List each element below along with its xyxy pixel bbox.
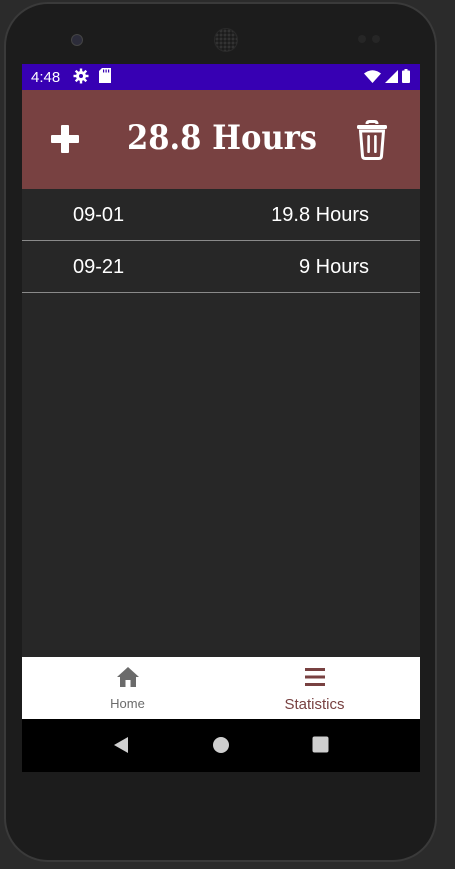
app-screen: 4:48 28.8 Hours 09-01 19.8 Hours 09-21 9… [22, 64, 420, 772]
signal-icon [385, 69, 398, 87]
front-camera [71, 34, 83, 46]
entry-date: 09-01 [73, 204, 125, 226]
bottom-navigation: Home Statistics [22, 657, 420, 719]
home-circle-icon[interactable] [212, 736, 230, 759]
nav-statistics[interactable]: Statistics [215, 657, 414, 719]
plus-icon [51, 125, 79, 153]
home-icon [116, 667, 139, 692]
nav-home-label: Home [110, 696, 145, 711]
nav-home[interactable]: Home [28, 657, 227, 719]
trash-icon [357, 120, 387, 160]
menu-icon [304, 667, 325, 692]
sd-card-icon [99, 68, 111, 87]
total-hours-title: 28.8 Hours [126, 118, 318, 158]
entry-date: 09-21 [73, 256, 125, 278]
app-bar: 28.8 Hours [22, 90, 420, 189]
entry-hours: 9 Hours [298, 256, 369, 278]
nav-statistics-label: Statistics [284, 696, 345, 713]
wifi-icon [364, 69, 381, 87]
add-entry-button[interactable] [48, 122, 82, 156]
battery-icon [402, 69, 410, 87]
gear-icon [73, 68, 89, 88]
entry-hours: 19.8 Hours [271, 204, 369, 226]
hours-list: 09-01 19.8 Hours 09-21 9 Hours [22, 189, 420, 293]
light-sensor [372, 35, 380, 43]
list-item[interactable]: 09-21 9 Hours [22, 241, 420, 293]
list-item[interactable]: 09-01 19.8 Hours [22, 189, 420, 241]
system-navigation-bar [22, 719, 420, 772]
recents-icon[interactable] [312, 736, 329, 758]
status-bar: 4:48 [22, 64, 420, 90]
delete-all-button[interactable] [355, 120, 389, 160]
earpiece-speaker [214, 28, 238, 52]
status-time: 4:48 [31, 69, 61, 86]
back-icon[interactable] [113, 736, 129, 759]
proximity-sensor [358, 35, 366, 43]
